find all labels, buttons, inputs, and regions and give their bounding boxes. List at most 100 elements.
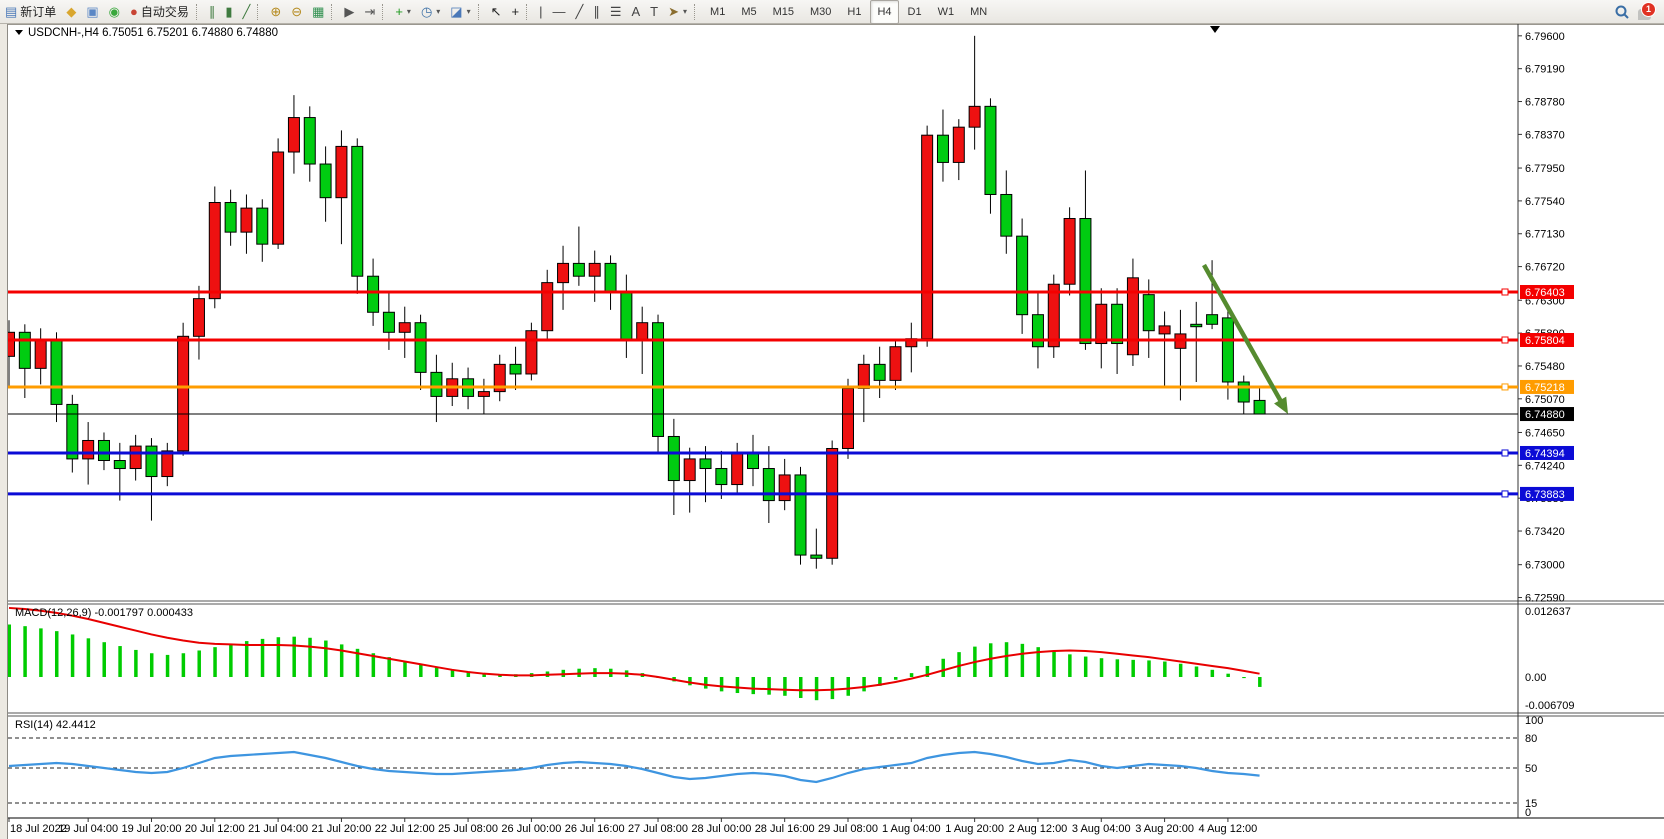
search-icon[interactable]: [1614, 4, 1630, 20]
line-handle[interactable]: [1502, 450, 1508, 456]
candle-body: [953, 127, 964, 162]
candle-body: [383, 312, 394, 332]
candle-body: [1238, 382, 1249, 402]
periods-button[interactable]: ◷▾: [416, 1, 445, 23]
hline-button[interactable]: —: [548, 1, 571, 23]
candle-body: [732, 453, 743, 485]
timeframe-h4-button[interactable]: H4: [870, 0, 898, 24]
trendline-button[interactable]: ╱: [571, 1, 589, 23]
line-handle[interactable]: [1502, 384, 1508, 390]
metaeditor-button[interactable]: ◆: [61, 1, 81, 23]
macd-histogram-bar: [752, 677, 756, 694]
timeframe-m1-button[interactable]: M1: [703, 0, 732, 24]
fibonacci-button[interactable]: ☰: [605, 1, 627, 23]
candle-body: [257, 208, 268, 244]
macd-histogram-bar: [1100, 658, 1104, 677]
notifications-button[interactable]: 1: [1638, 4, 1656, 20]
candlestick-chart-button[interactable]: ▮: [220, 1, 237, 23]
macd-histogram-bar: [118, 646, 122, 677]
candle-body: [415, 323, 426, 373]
cursor-button[interactable]: ↖: [486, 1, 507, 23]
time-axis-label: 1 Aug 20:00: [945, 823, 1004, 835]
time-axis-label: 27 Jul 08:00: [628, 823, 688, 835]
line-chart-button[interactable]: ╱: [237, 1, 255, 23]
periods-icon: ◷: [421, 5, 432, 18]
candle-body: [1207, 315, 1218, 325]
time-axis-label: 1 Aug 04:00: [882, 823, 941, 835]
candle-body: [146, 446, 157, 476]
timeframe-d1-button[interactable]: D1: [901, 0, 929, 24]
vline-button[interactable]: |: [534, 1, 547, 23]
zoom-out-button[interactable]: ⊖: [286, 1, 307, 23]
text-icon: A: [631, 5, 640, 18]
candle-body: [811, 555, 822, 558]
macd-histogram-bar: [39, 628, 43, 677]
templates-icon: ◪: [450, 5, 462, 18]
rsi-label: RSI(14) 42.4412: [15, 719, 96, 731]
time-axis-label: 3 Aug 20:00: [1135, 823, 1194, 835]
vline-icon: |: [539, 5, 542, 18]
timeframe-mn-button[interactable]: MN: [963, 0, 994, 24]
macd-histogram-bar: [688, 677, 692, 685]
line-handle[interactable]: [1502, 491, 1508, 497]
line-handle[interactable]: [1502, 289, 1508, 295]
time-axis-label: 29 Jul 08:00: [818, 823, 878, 835]
candle-body: [969, 106, 980, 127]
timeframe-w1-button[interactable]: W1: [931, 0, 962, 24]
indicators-icon: +: [395, 5, 403, 18]
price-axis-tick-label: 6.78780: [1525, 97, 1565, 109]
candle-body: [352, 146, 363, 276]
templates-button[interactable]: ◪▾: [445, 1, 475, 23]
timeframe-m15-button[interactable]: M15: [766, 0, 801, 24]
macd-histogram-bar: [1163, 662, 1167, 677]
autotrading-button[interactable]: ●自动交易: [125, 1, 194, 23]
macd-histogram-bar: [292, 637, 296, 677]
candle-body: [130, 446, 141, 468]
price-badge-label: 6.75218: [1525, 382, 1565, 394]
zoom-in-button[interactable]: ⊕: [265, 1, 286, 23]
candle-body: [621, 292, 632, 340]
timeframe-h1-button[interactable]: H1: [840, 0, 868, 24]
macd-histogram-bar: [451, 670, 455, 677]
label-button[interactable]: T: [645, 1, 663, 23]
chart-title: USDCNH-,H4 6.75051 6.75201 6.74880 6.748…: [28, 27, 278, 39]
bar-chart-button[interactable]: ∥: [204, 1, 221, 23]
timeframe-m5-button[interactable]: M5: [734, 0, 763, 24]
channel-button[interactable]: ∥: [588, 1, 605, 23]
arrows-button[interactable]: ➤▾: [663, 1, 692, 23]
rsi-axis-label: 100: [1525, 715, 1543, 727]
macd-histogram-bar: [134, 650, 138, 677]
text-button[interactable]: A: [626, 1, 645, 23]
candle-body: [605, 263, 616, 292]
new-order-button-label: 新订单: [20, 3, 56, 20]
time-axis-label: 2 Aug 12:00: [1009, 823, 1068, 835]
candlestick-chart-icon: ▮: [225, 5, 232, 18]
macd-histogram-bar: [182, 653, 186, 677]
candle-body: [241, 208, 252, 232]
macd-histogram-bar: [989, 643, 993, 677]
line-handle[interactable]: [1502, 337, 1508, 343]
candle-body: [1080, 219, 1091, 344]
terminal-button[interactable]: ▣: [81, 1, 103, 23]
macd-axis-label: 0.00: [1525, 672, 1546, 684]
toolbar-separator: [478, 4, 484, 20]
cursor-icon: ↖: [491, 5, 502, 18]
macd-histogram-bar: [799, 677, 803, 698]
new-order-button[interactable]: ▤新订单: [0, 1, 61, 23]
crosshair-button[interactable]: +: [507, 1, 525, 23]
macd-histogram-bar: [1147, 660, 1151, 677]
zoom-in-icon: ⊕: [270, 5, 281, 18]
time-axis-label: 21 Jul 20:00: [311, 823, 371, 835]
indicators-button[interactable]: +▾: [390, 1, 416, 23]
candle-body: [510, 364, 521, 374]
auto-scroll-button[interactable]: ▶: [339, 1, 359, 23]
hline-icon: —: [553, 5, 566, 18]
timeframe-m30-button[interactable]: M30: [803, 0, 838, 24]
tile-windows-button[interactable]: ▦: [307, 1, 329, 23]
chart-shift-button[interactable]: ⇥: [359, 1, 380, 23]
candle-body: [858, 364, 869, 388]
candle-body: [67, 404, 78, 458]
candle-body: [700, 459, 711, 469]
signals-button[interactable]: ◉: [104, 1, 125, 23]
macd-histogram-bar: [846, 677, 850, 696]
